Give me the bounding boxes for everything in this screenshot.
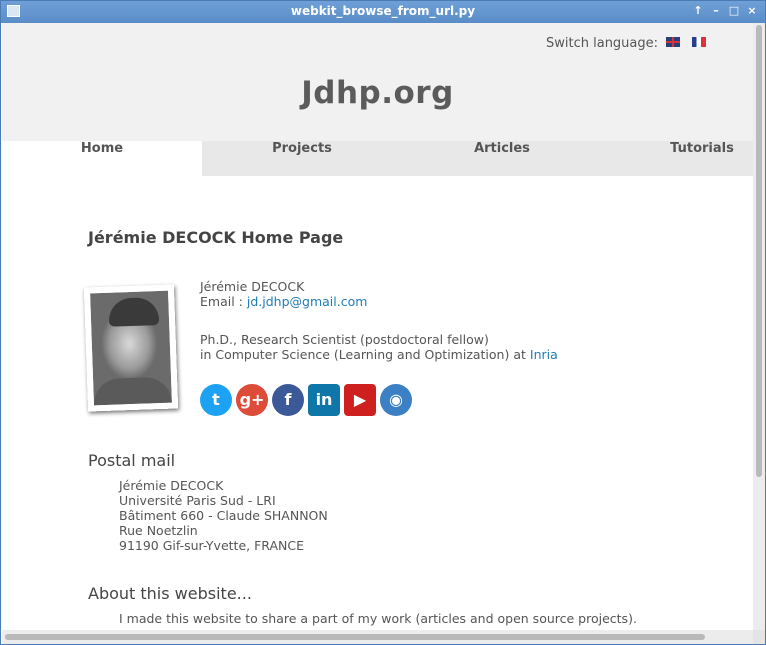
role-line-2: in Computer Science (Learning and Optimi… [200,347,558,362]
tab-projects[interactable]: Projects [202,141,402,176]
postal-line: Université Paris Sud - LRI [119,493,276,508]
email-line: Email : jd.jdhp@gmail.com [200,294,367,309]
vertical-scroll-thumb[interactable] [756,25,762,477]
google-plus-icon[interactable]: g+ [236,384,268,416]
postal-line: Bâtiment 660 - Claude SHANNON [119,508,328,523]
role-line-1: Ph.D., Research Scientist (postdoctoral … [200,332,489,347]
horizontal-scrollbar[interactable] [2,630,753,644]
email-link[interactable]: jd.jdhp@gmail.com [247,294,368,309]
tab-articles[interactable]: Articles [402,141,602,176]
email-label: Email : [200,294,243,309]
uk-flag-icon[interactable] [666,37,680,47]
twitter-icon[interactable]: t [200,384,232,416]
page-content: Jérémie DECOCK Home Page Jérémie DECOCK … [2,176,753,630]
page-title: Jérémie DECOCK Home Page [88,228,344,247]
keep-above-button[interactable]: ↑ [691,4,705,18]
person-name: Jérémie DECOCK [200,279,305,294]
facebook-icon[interactable]: f [272,384,304,416]
web-viewport: Switch language: Jdhp.org Home Projects … [2,23,753,630]
minimize-button[interactable]: – [709,4,723,18]
inria-link[interactable]: Inria [530,347,558,362]
site-logo[interactable]: Jdhp.org [2,75,753,111]
browser-window: webkit_browse_from_url.py ↑ – □ × Switch… [0,0,766,645]
role-text: in Computer Science (Learning and Optimi… [200,347,526,362]
scroll-corner [753,630,765,644]
site-header: Switch language: Jdhp.org [2,23,753,141]
horizontal-scroll-thumb[interactable] [5,634,705,640]
postal-line: Jérémie DECOCK [119,478,224,493]
youtube-icon[interactable]: ▶ [344,384,376,416]
tab-tutorials[interactable]: Tutorials [602,141,753,176]
title-bar[interactable]: webkit_browse_from_url.py ↑ – □ × [1,1,765,23]
linkedin-icon[interactable]: in [308,384,340,416]
postal-line: Rue Noetzlin [119,523,198,538]
github-icon[interactable]: ◉ [380,384,412,416]
switch-language-label: Switch language: [546,36,659,51]
close-button[interactable]: × [745,4,759,18]
profile-photo [83,284,179,412]
tab-home[interactable]: Home [2,141,202,176]
maximize-button[interactable]: □ [727,4,741,18]
france-flag-icon[interactable] [692,37,706,47]
main-nav: Home Projects Articles Tutorials [2,141,753,176]
window-title: webkit_browse_from_url.py [290,4,476,18]
vertical-scrollbar[interactable] [753,23,765,630]
postal-heading: Postal mail [88,451,176,470]
about-heading: About this website... [88,584,252,603]
about-text: I made this website to share a part of m… [119,611,637,626]
postal-line: 91190 Gif-sur-Yvette, FRANCE [119,538,304,553]
